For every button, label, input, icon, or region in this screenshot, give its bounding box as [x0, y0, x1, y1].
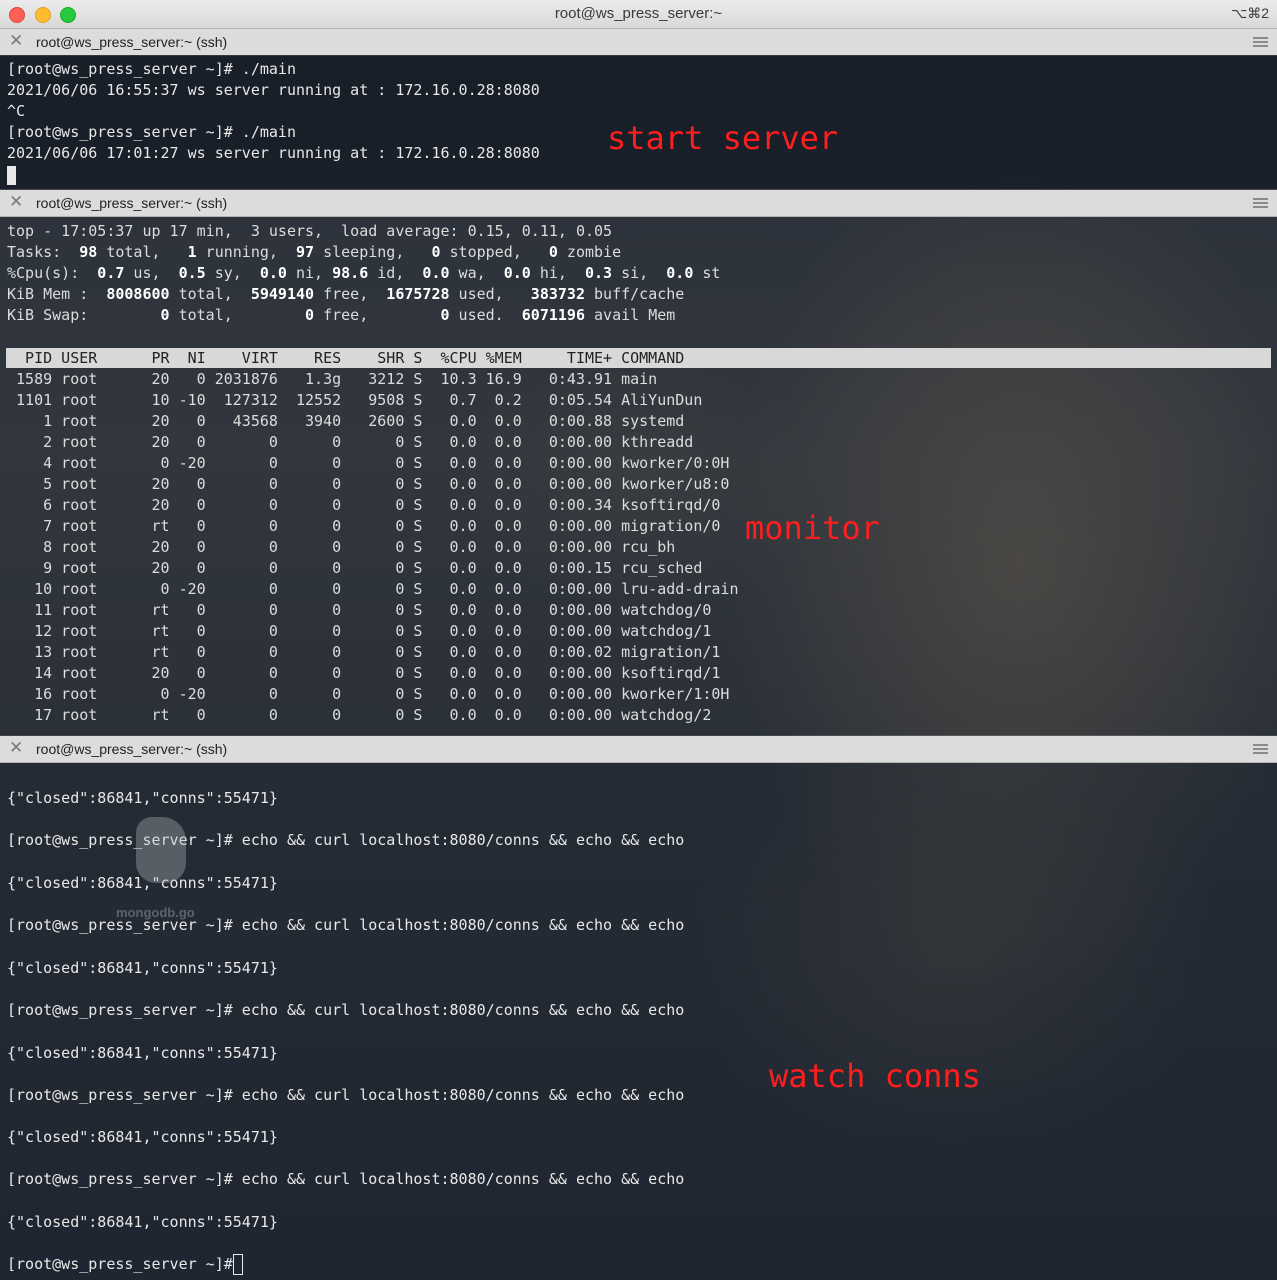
- pane-titlebar-server[interactable]: ✕ root@ws_press_server:~ (ssh): [0, 29, 1277, 56]
- process-table-header: PID USER PR NI VIRT RES SHR S %CPU %MEM …: [6, 348, 1271, 368]
- terminal-line: [root@ws_press_server ~]# echo && curl l…: [7, 1170, 685, 1188]
- process-row: 9 root 20 0 0 0 0 S 0.0 0.0 0:00.15 rcu_…: [7, 559, 703, 577]
- process-row: 5 root 20 0 0 0 0 S 0.0 0.0 0:00.00 kwor…: [7, 475, 730, 493]
- annotation-label: start server: [607, 119, 839, 157]
- pane-titlebar-conns[interactable]: ✕ root@ws_press_server:~ (ssh): [0, 736, 1277, 763]
- hamburger-menu-icon[interactable]: [1253, 744, 1268, 754]
- terminal-line: {"closed":86841,"conns":55471}: [7, 1128, 278, 1146]
- top-summary-tasks: Tasks: 98 total, 1 running, 97 sleeping,…: [7, 243, 622, 261]
- process-row: 8 root 20 0 0 0 0 S 0.0 0.0 0:00.00 rcu_…: [7, 538, 676, 556]
- process-table-header-text: PID USER PR NI VIRT RES SHR S %CPU %MEM …: [7, 349, 685, 367]
- hamburger-menu-icon[interactable]: [1253, 37, 1268, 47]
- window-title: root@ws_press_server:~: [554, 5, 723, 22]
- terminal-cursor: [7, 166, 16, 185]
- close-icon[interactable]: ✕: [9, 739, 23, 757]
- terminal-line: ^C: [7, 102, 26, 120]
- top-summary-uptime: top - 17:05:37 up 17 min, 3 users, load …: [7, 222, 613, 240]
- process-row: 7 root rt 0 0 0 0 S 0.0 0.0 0:00.00 migr…: [7, 517, 721, 535]
- process-row: 1101 root 10 -10 127312 12552 9508 S 0.7…: [7, 391, 703, 409]
- terminal-line: [root@ws_press_server ~]# ./main: [7, 123, 296, 141]
- process-row: 16 root 0 -20 0 0 0 S 0.0 0.0 0:00.00 kw…: [7, 685, 730, 703]
- pane-title: root@ws_press_server:~ (ssh): [36, 741, 228, 757]
- annotation-label: monitor: [745, 509, 880, 547]
- process-row: 17 root rt 0 0 0 0 S 0.0 0.0 0:00.00 wat…: [7, 706, 712, 724]
- terminal-line: {"closed":86841,"conns":55471}: [7, 1044, 278, 1062]
- watermark-logo: mongodb.go: [116, 817, 196, 923]
- process-row: 11 root rt 0 0 0 0 S 0.0 0.0 0:00.00 wat…: [7, 601, 712, 619]
- terminal-line: [root@ws_press_server ~]# echo && curl l…: [7, 831, 685, 849]
- pane-title: root@ws_press_server:~ (ssh): [36, 34, 228, 50]
- terminal-line: 2021/06/06 16:55:37 ws server running at…: [7, 81, 540, 99]
- top-summary-cpu: %Cpu(s): 0.7 us, 0.5 sy, 0.0 ni, 98.6 id…: [7, 264, 721, 282]
- window-titlebar: root@ws_press_server:~ ⌥⌘2: [0, 0, 1277, 29]
- process-row: 1 root 20 0 43568 3940 2600 S 0.0 0.0 0:…: [7, 412, 685, 430]
- process-row: 6 root 20 0 0 0 0 S 0.0 0.0 0:00.34 ksof…: [7, 496, 721, 514]
- process-row: 1589 root 20 0 2031876 1.3g 3212 S 10.3 …: [7, 370, 658, 388]
- terminal-line: [root@ws_press_server ~]# echo && curl l…: [7, 1001, 685, 1019]
- pane-title: root@ws_press_server:~ (ssh): [36, 195, 228, 211]
- close-icon[interactable]: ✕: [9, 32, 23, 50]
- terminal-pane-monitor[interactable]: top - 17:05:37 up 17 min, 3 users, load …: [0, 217, 1277, 735]
- top-summary-swap: KiB Swap: 0 total, 0 free, 0 used. 60711…: [7, 306, 676, 324]
- close-icon[interactable]: ✕: [9, 193, 23, 211]
- top-summary-mem: KiB Mem : 8008600 total, 5949140 free, 1…: [7, 285, 685, 303]
- terminal-line: [root@ws_press_server ~]# echo && curl l…: [7, 916, 685, 934]
- pane-titlebar-monitor[interactable]: ✕ root@ws_press_server:~ (ssh): [0, 190, 1277, 217]
- terminal-line: {"closed":86841,"conns":55471}: [7, 789, 278, 807]
- gopher-icon: [136, 817, 186, 883]
- terminal-line: {"closed":86841,"conns":55471}: [7, 1213, 278, 1231]
- annotation-label: watch conns: [769, 1057, 981, 1095]
- terminal-pane-server[interactable]: [root@ws_press_server ~]# ./main 2021/06…: [0, 55, 1277, 189]
- process-row: 4 root 0 -20 0 0 0 S 0.0 0.0 0:00.00 kwo…: [7, 454, 730, 472]
- terminal-prompt: [root@ws_press_server ~]#: [7, 1255, 242, 1273]
- terminal-line: [root@ws_press_server ~]# echo && curl l…: [7, 1086, 685, 1104]
- process-row: 10 root 0 -20 0 0 0 S 0.0 0.0 0:00.00 lr…: [7, 580, 739, 598]
- window-shortcut: ⌥⌘2: [1231, 5, 1269, 21]
- hamburger-menu-icon[interactable]: [1253, 198, 1268, 208]
- process-row: 2 root 20 0 0 0 0 S 0.0 0.0 0:00.00 kthr…: [7, 433, 694, 451]
- watermark-text: mongodb.go: [116, 905, 195, 920]
- process-row: 14 root 20 0 0 0 0 S 0.0 0.0 0:00.00 kso…: [7, 664, 721, 682]
- terminal-cursor: [233, 1254, 243, 1275]
- terminal-line: [root@ws_press_server ~]# ./main: [7, 60, 296, 78]
- terminal-line: {"closed":86841,"conns":55471}: [7, 959, 278, 977]
- process-row: 13 root rt 0 0 0 0 S 0.0 0.0 0:00.02 mig…: [7, 643, 721, 661]
- terminal-line: 2021/06/06 17:01:27 ws server running at…: [7, 144, 540, 162]
- process-row: 12 root rt 0 0 0 0 S 0.0 0.0 0:00.00 wat…: [7, 622, 712, 640]
